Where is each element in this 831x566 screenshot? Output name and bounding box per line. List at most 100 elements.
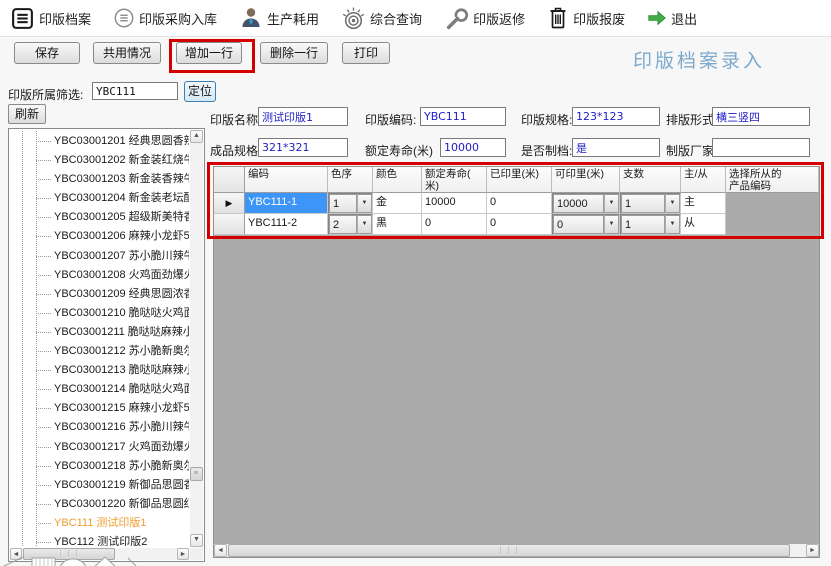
grid-dropdown-cell[interactable]: 1▼ <box>620 193 681 214</box>
tree-item[interactable]: YBC03001215 麻辣小龙虾55g15 <box>9 399 189 418</box>
grid-cell[interactable]: 0 <box>487 214 552 235</box>
grid-column-header[interactable]: 颜色 <box>373 167 422 193</box>
grid-dropdown-cell[interactable]: 1▼ <box>328 193 373 214</box>
grid-dropdown-value: 1 <box>621 215 665 234</box>
grid-row: ▶YBC111-11▼金10000010000▼1▼主 <box>214 193 819 214</box>
tree-item[interactable]: YBC03001213 脆哒哒麻辣小龙虾 <box>9 361 189 380</box>
dropdown-arrow-icon[interactable]: ▼ <box>604 215 619 234</box>
grid-column-header[interactable]: 支数 <box>620 167 681 193</box>
tree-item[interactable]: YBC03001201 经典思圆香辣牛肉面 <box>9 132 189 151</box>
menu-square-icon <box>10 6 35 31</box>
layout-form-input[interactable] <box>712 107 810 126</box>
locate-button[interactable]: 定位 <box>184 81 216 102</box>
menu-item-plate-purchase-inbound[interactable]: 印版采购入库 <box>113 7 217 29</box>
tree-vscroll-thumb[interactable]: ≡ <box>190 467 203 481</box>
delete-row-button[interactable]: 删除一行 <box>260 42 328 64</box>
grid-column-header[interactable]: 主/从 <box>681 167 726 193</box>
dropdown-arrow-icon[interactable]: ▼ <box>357 194 372 213</box>
tree-item[interactable]: YBC03001203 新金装香辣牛肉面 <box>9 170 189 189</box>
archived-label: 是否制档: <box>521 142 572 159</box>
tree-item[interactable]: YBC03001202 新金装红烧牛肉面 <box>9 151 189 170</box>
plate-code-input[interactable] <box>420 107 506 126</box>
grid-row-header[interactable]: ▶ <box>214 193 245 214</box>
scroll-up-arrow-icon[interactable]: ▲ <box>190 130 203 143</box>
tree-item[interactable]: YBC03001216 苏小脆川辣牛肉5 <box>9 418 189 437</box>
menu-circle-icon <box>113 7 135 29</box>
grid-dropdown-cell[interactable]: 1▼ <box>620 214 681 235</box>
tree-item[interactable]: YBC03001214 脆哒哒火鸡面55g <box>9 380 189 399</box>
grid-column-header[interactable]: 可印里(米) <box>552 167 620 193</box>
tree-item[interactable]: YBC03001205 超级斯美特香牛 <box>9 208 189 227</box>
tree-item[interactable]: YBC03001206 麻辣小龙虾55g <box>9 227 189 246</box>
grid-cell[interactable]: 0 <box>487 193 552 214</box>
grid-dropdown-cell[interactable]: 10000▼ <box>552 193 620 214</box>
tree-vertical-scrollbar[interactable]: ▲ ≡ ▼ <box>190 130 203 547</box>
menu-item-plate-repair[interactable]: 印版返修 <box>444 6 525 31</box>
grid-hscroll-thumb[interactable]: ⋮⋮⋮ <box>228 544 790 557</box>
grid-dropdown-cell[interactable]: 0▼ <box>552 214 620 235</box>
dropdown-arrow-icon[interactable]: ▼ <box>665 215 680 234</box>
tree-item[interactable]: YBC03001218 苏小脆新奥尔良烤 <box>9 457 189 476</box>
grid-column-header[interactable]: 已印里(米) <box>487 167 552 193</box>
menu-item-comprehensive-query[interactable]: 综合查询 <box>341 6 422 31</box>
dropdown-arrow-icon[interactable]: ▼ <box>665 194 680 213</box>
plate-filter-input[interactable] <box>92 82 178 100</box>
tree-item[interactable]: YBC03001204 新金装老坛酸菜面 <box>9 189 189 208</box>
plate-maker-input[interactable] <box>712 138 810 157</box>
grid-dropdown-cell[interactable]: 2▼ <box>328 214 373 235</box>
menu-item-label: 生产耗用 <box>267 9 319 28</box>
grid-cell[interactable]: YBC111-2 <box>245 214 328 235</box>
archived-input[interactable] <box>572 138 660 157</box>
grid-column-header[interactable]: 选择所从的 产品编码 <box>726 167 819 193</box>
grid-cell[interactable]: YBC111-1 <box>245 193 328 214</box>
grid-cell[interactable]: 0 <box>422 214 487 235</box>
tree-item[interactable]: YBC03001220 新御品思圆红烧牛 <box>9 495 189 514</box>
plate-spec-input[interactable] <box>572 107 660 126</box>
plate-name-input[interactable] <box>258 107 348 126</box>
grid-dropdown-value: 1 <box>621 194 665 213</box>
tree-item[interactable]: YBC03001210 脆哒哒火鸡面55g <box>9 304 189 323</box>
tree-item[interactable]: YBC111 测试印版1 <box>9 514 189 533</box>
scroll-down-arrow-icon[interactable]: ▼ <box>190 534 203 547</box>
add-row-button[interactable]: 增加一行 <box>176 42 242 64</box>
tree-item[interactable]: YBC03001212 苏小脆新奥尔良烤 <box>9 342 189 361</box>
grid-column-header[interactable]: 色序 <box>328 167 373 193</box>
top-toolbar: 印版档案 印版采购入库 生产耗用 综合查询 印版返修 印版报废 退出 <box>0 0 831 37</box>
refresh-button[interactable]: 刷新 <box>8 104 46 124</box>
menu-item-exit[interactable]: 退出 <box>647 9 697 28</box>
tree-item[interactable]: YBC03001207 苏小脆川辣牛肉丝 <box>9 247 189 266</box>
grid-cell[interactable]: 10000 <box>422 193 487 214</box>
grid-horizontal-scrollbar[interactable]: ◄ ⋮⋮⋮ ► <box>214 544 819 557</box>
rated-life-label: 额定寿命(米) <box>365 142 433 159</box>
tree-item[interactable]: YBC03001217 火鸡面劲爆火鸡5 <box>9 438 189 457</box>
grid-cell[interactable]: 金 <box>373 193 422 214</box>
dropdown-arrow-icon[interactable]: ▼ <box>604 194 619 213</box>
menu-item-plate-archive[interactable]: 印版档案 <box>10 6 91 31</box>
grid-column-header[interactable]: 编码 <box>245 167 328 193</box>
plate-code-label: 印版编码: <box>365 111 416 128</box>
shared-status-button[interactable]: 共用情况 <box>93 42 161 64</box>
grid-cell[interactable]: 从 <box>681 214 726 235</box>
menu-item-production-consumption[interactable]: 生产耗用 <box>239 6 319 30</box>
tree-item[interactable]: YBC03001211 脆哒哒麻辣小龙虾 <box>9 323 189 342</box>
tree-item[interactable]: YBC03001209 经典思圆浓香排骨 <box>9 285 189 304</box>
print-button[interactable]: 打印 <box>342 42 390 64</box>
grid-cell[interactable]: 黑 <box>373 214 422 235</box>
scroll-right-arrow-icon[interactable]: ► <box>806 544 819 557</box>
menu-item-label: 退出 <box>671 9 697 28</box>
dropdown-arrow-icon[interactable]: ▼ <box>357 215 372 234</box>
grid-cell[interactable]: 主 <box>681 193 726 214</box>
menu-item-plate-scrap[interactable]: 印版报废 <box>547 6 625 30</box>
tree-item[interactable]: YBC03001219 新御品思圆香辣牛 <box>9 476 189 495</box>
plate-grid: 编码色序颜色额定寿命( 米)已印里(米)可印里(米)支数主/从选择所从的 产品编… <box>213 166 820 558</box>
product-spec-input[interactable] <box>258 138 348 157</box>
grid-column-header[interactable]: 额定寿命( 米) <box>422 167 487 193</box>
app-window: 印版档案 印版采购入库 生产耗用 综合查询 印版返修 印版报废 退出 保存 共用… <box>0 0 831 566</box>
save-button[interactable]: 保存 <box>14 42 80 64</box>
rated-life-input[interactable] <box>440 138 506 157</box>
menu-item-label: 印版报废 <box>573 9 625 28</box>
tree-item[interactable]: YBC03001208 火鸡面劲爆火鸡面 <box>9 266 189 285</box>
tree-item[interactable]: YBC112 测试印版2 <box>9 533 189 546</box>
scroll-left-arrow-icon[interactable]: ◄ <box>214 544 227 557</box>
grid-row-header[interactable] <box>214 214 245 235</box>
